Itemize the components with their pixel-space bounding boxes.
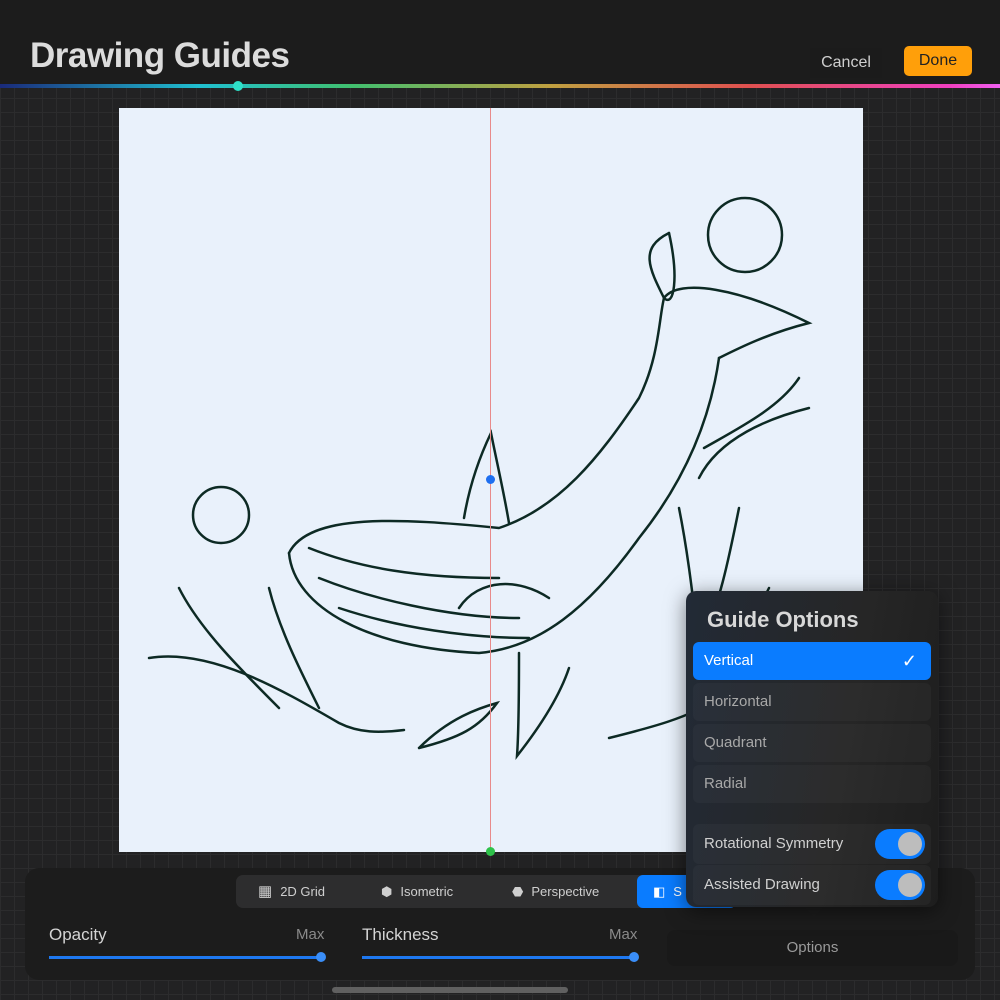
axis-move-handle[interactable] — [486, 847, 495, 856]
color-spectrum-slider[interactable] — [0, 84, 1000, 88]
thickness-label: Thickness — [362, 925, 439, 944]
rotational-symmetry-toggle[interactable] — [875, 829, 925, 859]
home-indicator — [332, 987, 568, 993]
assisted-drawing-toggle[interactable] — [875, 870, 925, 900]
grid-icon: ▦ — [258, 883, 273, 900]
thickness-slider[interactable] — [362, 952, 639, 962]
opacity-label: Opacity — [49, 925, 107, 944]
cancel-button[interactable]: Cancel — [810, 48, 882, 78]
thickness-max-label: Max — [609, 926, 638, 943]
checkmark-icon: ✓ — [901, 651, 917, 671]
rotational-symmetry-row: Rotational Symmetry — [693, 824, 931, 864]
perspective-icon: ⬣ — [512, 884, 524, 899]
toggle-knob — [898, 832, 922, 856]
option-quadrant[interactable]: Quadrant — [693, 724, 931, 762]
opacity-max-label: Max — [296, 926, 325, 943]
opacity-slider-handle[interactable] — [316, 952, 326, 962]
toggle-knob — [898, 873, 922, 897]
assisted-drawing-row: Assisted Drawing — [693, 865, 931, 905]
tab-perspective[interactable]: ⬣ Perspective — [512, 875, 599, 908]
option-vertical[interactable]: Vertical ✓ — [693, 642, 931, 680]
popover-title: Guide Options — [707, 607, 859, 632]
isometric-icon: ⬢ — [381, 884, 393, 899]
color-spectrum-handle[interactable] — [233, 81, 243, 91]
tab-2d-grid[interactable]: ▦ 2D Grid — [258, 875, 325, 908]
tab-isometric[interactable]: ⬢ Isometric — [381, 875, 453, 908]
option-radial[interactable]: Radial — [693, 765, 931, 803]
guide-options-popover: Guide Options Vertical ✓ Horizontal Quad… — [686, 591, 938, 907]
thickness-slider-handle[interactable] — [629, 952, 639, 962]
guide-type-tabs: ▦ 2D Grid ⬢ Isometric ⬣ Perspective ◧ S — [236, 875, 736, 908]
page-title: Drawing Guides — [30, 36, 290, 75]
opacity-slider[interactable] — [49, 952, 326, 962]
options-button[interactable]: Options — [667, 930, 958, 966]
axis-rotation-handle[interactable] — [486, 475, 495, 484]
option-horizontal[interactable]: Horizontal — [693, 683, 931, 721]
done-button[interactable]: Done — [904, 46, 972, 76]
symmetry-icon: ◧ — [653, 884, 666, 899]
